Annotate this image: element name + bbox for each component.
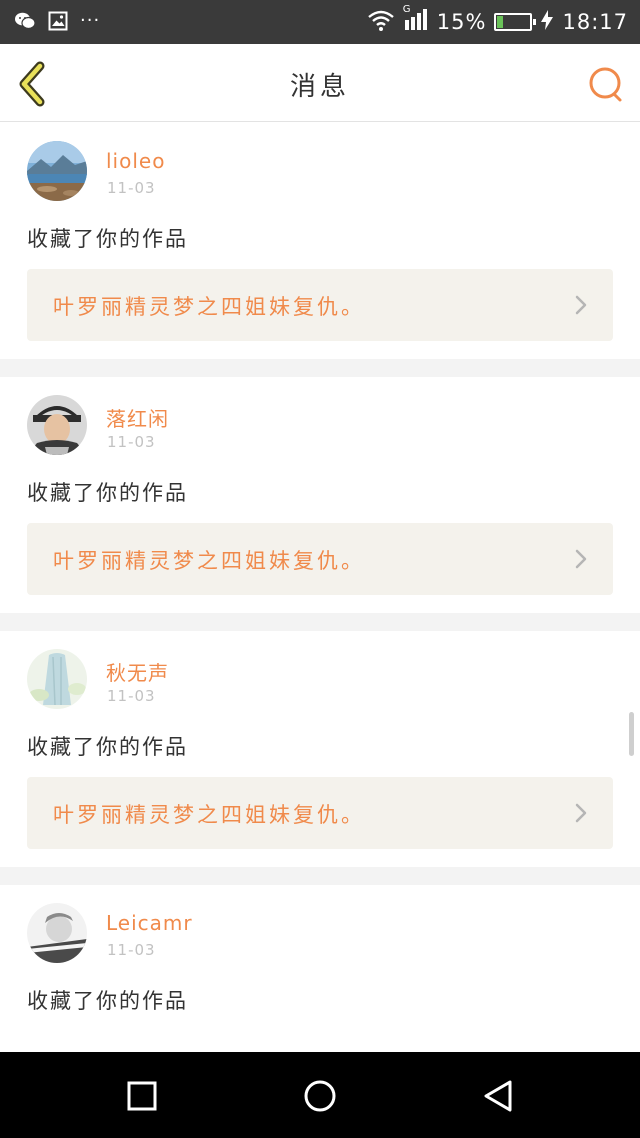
message-list[interactable]: lioleo 11-03 收藏了你的作品 叶罗丽精灵梦之四姐妹复仇。 落红闲 1… xyxy=(0,123,640,1052)
recent-apps-icon xyxy=(120,1081,164,1122)
navigation-bar xyxy=(0,1052,640,1138)
charging-icon xyxy=(540,9,554,35)
work-title: 叶罗丽精灵梦之四姐妹复仇。 xyxy=(53,295,365,319)
chevron-right-icon xyxy=(575,295,587,319)
wechat-icon xyxy=(14,11,36,31)
message-time: 11-03 xyxy=(107,179,156,197)
username[interactable]: 秋无声 xyxy=(106,657,169,686)
message-item: 落红闲 11-03 收藏了你的作品 叶罗丽精灵梦之四姐妹复仇。 xyxy=(0,377,640,613)
chevron-right-icon xyxy=(575,803,587,827)
battery-icon xyxy=(494,13,537,31)
work-title: 叶罗丽精灵梦之四姐妹复仇。 xyxy=(53,549,365,573)
home-icon xyxy=(298,1080,342,1122)
battery-percent: 15% xyxy=(436,10,487,34)
battery-level xyxy=(497,16,503,28)
username[interactable]: 落红闲 xyxy=(106,403,169,432)
page-title: 消息 xyxy=(289,72,350,102)
avatar[interactable] xyxy=(27,141,87,201)
message-item: Leicamr 11-03 收藏了你的作品 xyxy=(0,885,640,1052)
message-text: 收藏了你的作品 xyxy=(27,989,188,1013)
divider xyxy=(0,867,640,885)
nav-back-button[interactable] xyxy=(476,1074,520,1118)
wifi-icon xyxy=(367,9,395,35)
clock: 18:17 xyxy=(562,10,628,34)
message-item: 秋无声 11-03 收藏了你的作品 叶罗丽精灵梦之四姐妹复仇。 xyxy=(0,631,640,867)
message-time: 11-03 xyxy=(107,433,156,451)
signal-icon: G xyxy=(403,4,429,36)
message-text: 收藏了你的作品 xyxy=(27,227,188,251)
image-icon xyxy=(48,11,68,31)
status-left: ··· xyxy=(14,10,100,32)
avatar[interactable] xyxy=(27,903,87,963)
search-icon xyxy=(586,67,626,108)
home-button[interactable] xyxy=(298,1074,342,1118)
avatar[interactable] xyxy=(27,649,87,709)
status-bar: ··· G 15% 18:17 xyxy=(0,0,640,44)
message-item: lioleo 11-03 收藏了你的作品 叶罗丽精灵梦之四姐妹复仇。 xyxy=(0,123,640,359)
more-dots-icon: ··· xyxy=(80,10,101,31)
username[interactable]: Leicamr xyxy=(106,911,193,935)
back-icon xyxy=(476,1080,520,1122)
avatar[interactable] xyxy=(27,395,87,455)
recent-apps-button[interactable] xyxy=(120,1074,164,1118)
divider xyxy=(0,613,640,631)
message-time: 11-03 xyxy=(107,687,156,705)
search-button[interactable] xyxy=(586,64,626,104)
work-card[interactable]: 叶罗丽精灵梦之四姐妹复仇。 xyxy=(27,269,613,341)
work-title: 叶罗丽精灵梦之四姐妹复仇。 xyxy=(53,803,365,827)
header-bar: 消息 xyxy=(0,44,640,122)
message-text: 收藏了你的作品 xyxy=(27,735,188,759)
work-card[interactable]: 叶罗丽精灵梦之四姐妹复仇。 xyxy=(27,777,613,849)
divider xyxy=(0,359,640,377)
username[interactable]: lioleo xyxy=(106,149,165,173)
scrollbar[interactable] xyxy=(629,712,634,756)
work-card[interactable]: 叶罗丽精灵梦之四姐妹复仇。 xyxy=(27,523,613,595)
chevron-right-icon xyxy=(575,549,587,573)
message-time: 11-03 xyxy=(107,941,156,959)
message-text: 收藏了你的作品 xyxy=(27,481,188,505)
status-right: G 15% 18:17 xyxy=(367,4,628,36)
